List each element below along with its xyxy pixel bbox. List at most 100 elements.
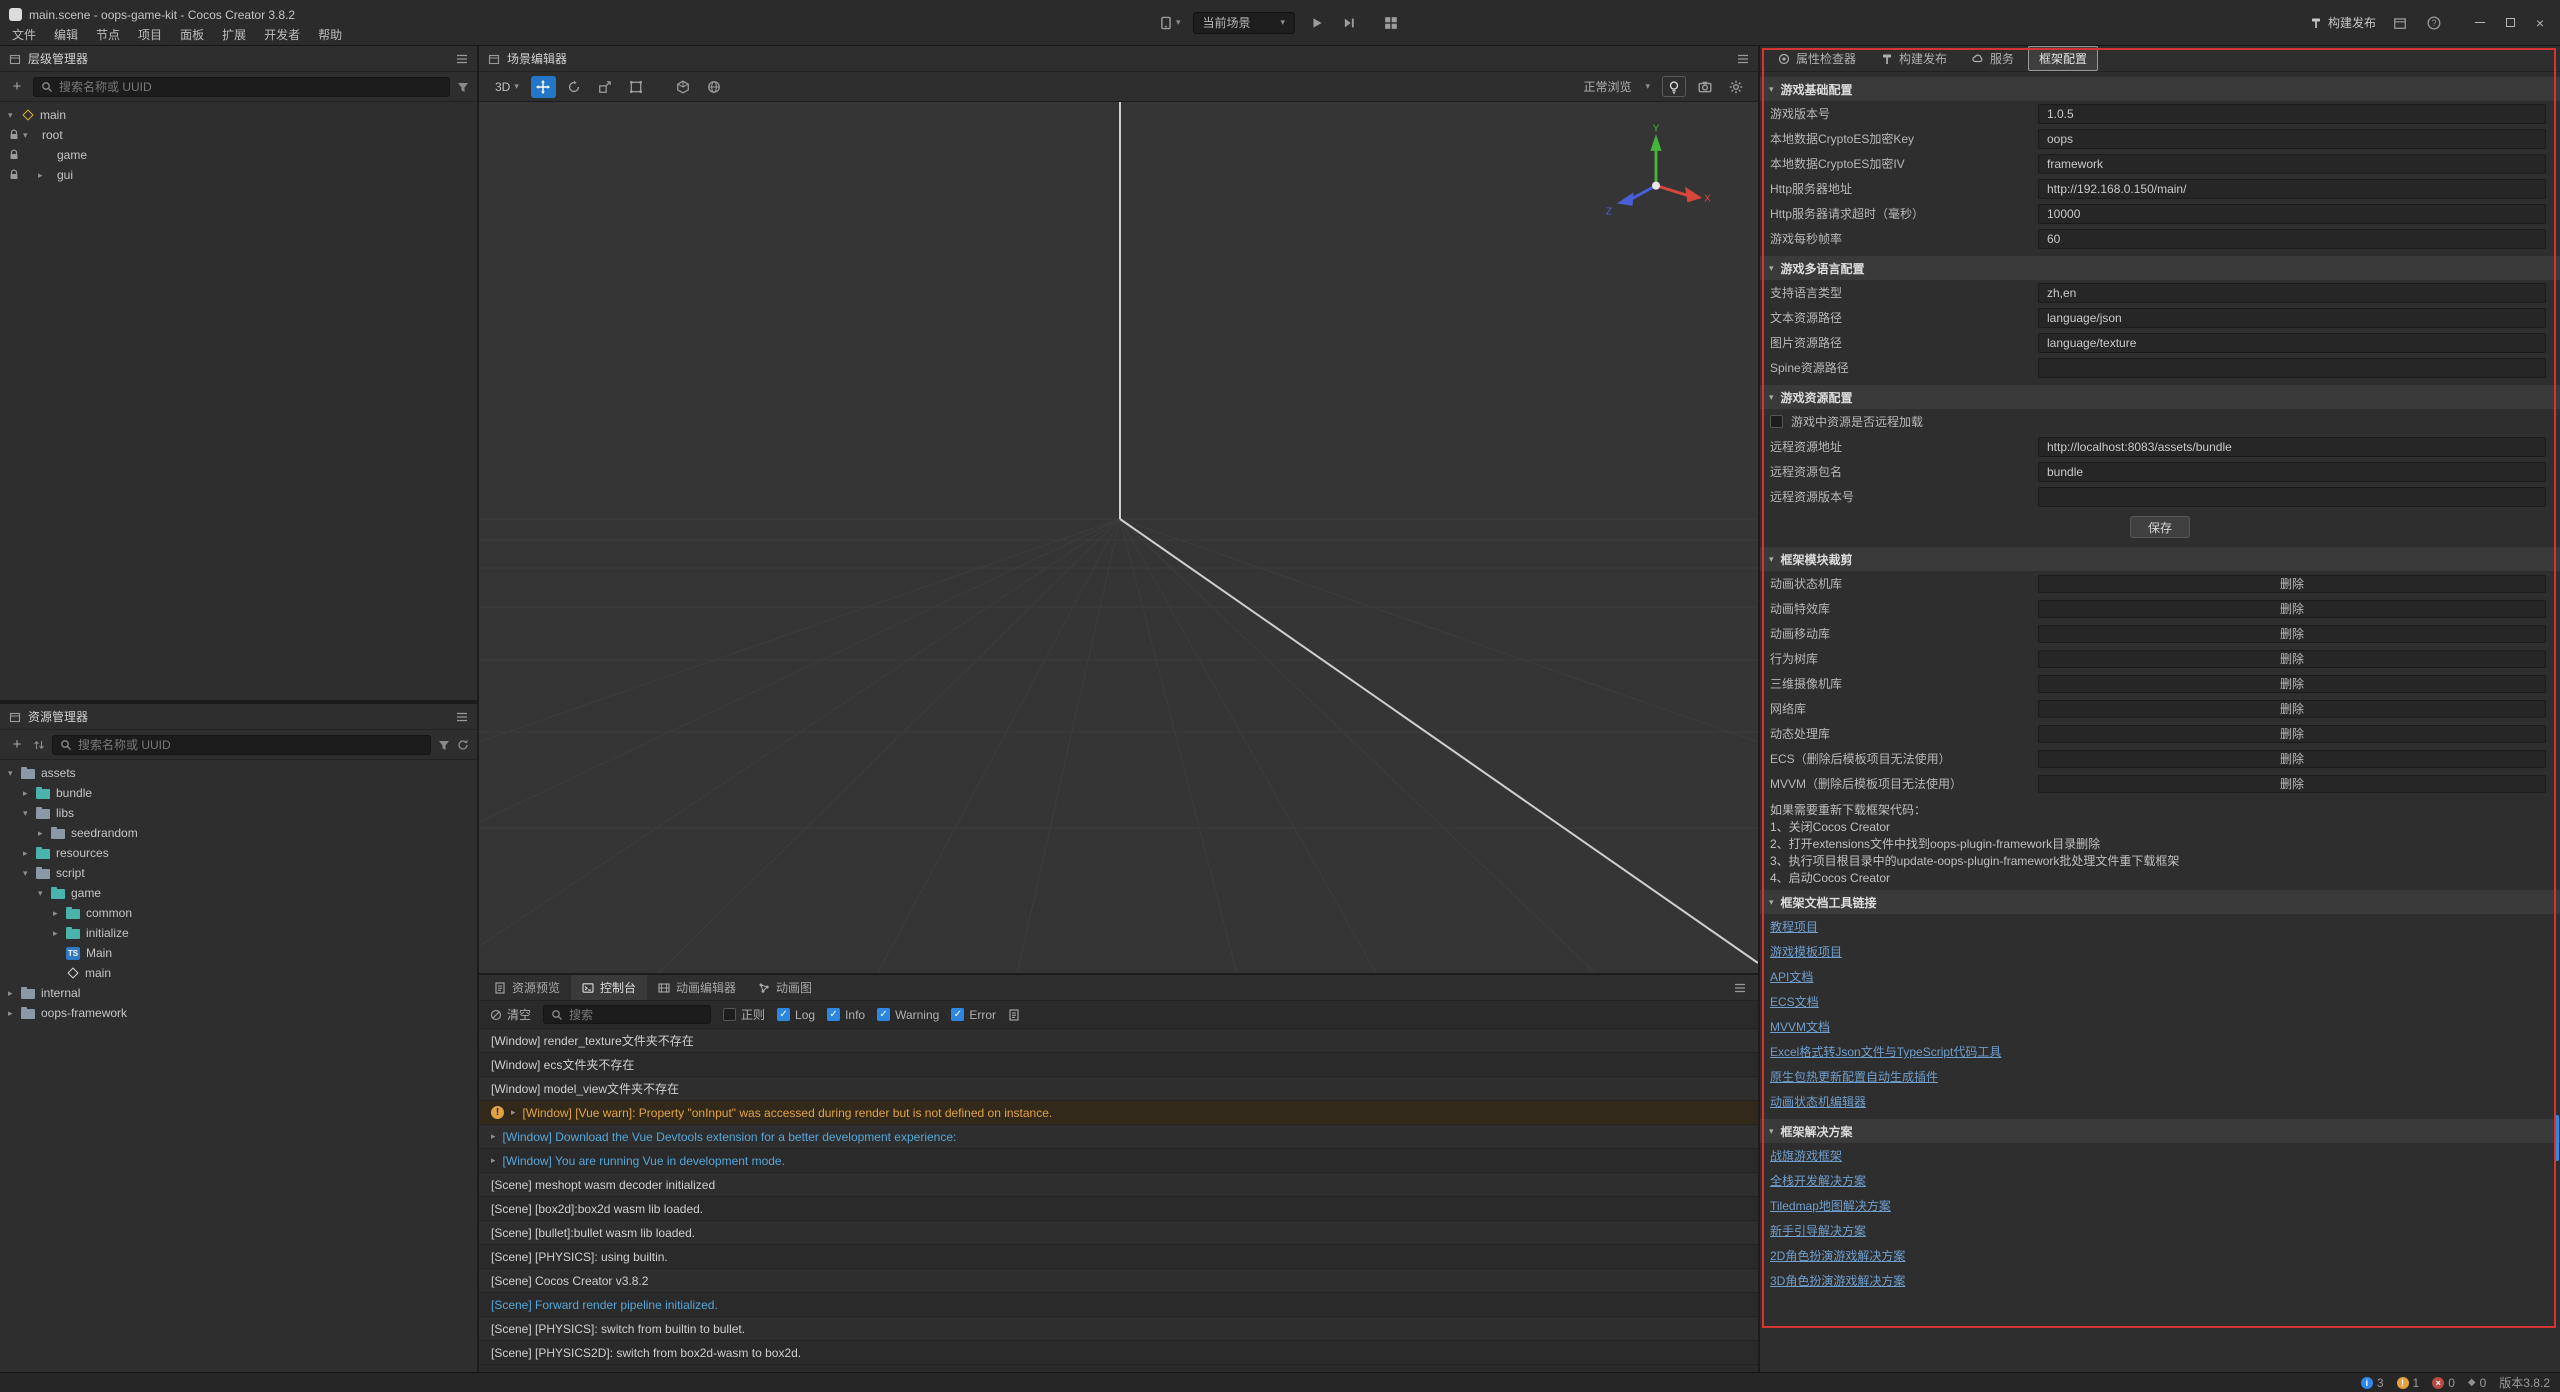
section-header[interactable]: ▾ 游戏多语言配置 (1760, 256, 2560, 280)
tree-node[interactable]: ▾ main (0, 105, 477, 125)
hierarchy-search-input[interactable]: 搜索名称或 UUID (33, 77, 450, 97)
section-header[interactable]: ▾ 框架文档工具链接 (1760, 890, 2560, 914)
doc-link[interactable]: 3D角色扮演游戏解决方案 (1770, 1272, 1905, 1289)
log-line[interactable]: ! ▸ [Scene] [bullet]:bullet wasm lib loa… (479, 1221, 1758, 1245)
log-settings-icon[interactable] (1008, 1009, 1020, 1021)
checkbox[interactable] (723, 1008, 736, 1021)
tree-node[interactable]: ▸ common (0, 903, 477, 923)
log-line[interactable]: ! ▸ [Window] You are running Vue in deve… (479, 1149, 1758, 1173)
log-filter[interactable]: ✓ Warning (877, 1008, 939, 1022)
add-asset-button[interactable]: + (8, 736, 26, 753)
checkbox[interactable]: ✓ (777, 1008, 790, 1021)
doc-link[interactable]: 新手引导解决方案 (1770, 1222, 1866, 1239)
panel-menu-icon[interactable] (1737, 53, 1749, 65)
scene-viewport[interactable]: Y X Z (479, 102, 1758, 973)
info-count-badge[interactable]: i 3 (2361, 1376, 2384, 1390)
panel-menu-icon[interactable] (1734, 982, 1746, 994)
tree-node[interactable]: ▸ resources (0, 843, 477, 863)
inspector-tab[interactable]: 构建发布 (1870, 46, 1958, 71)
console-search-input[interactable]: 搜索 (543, 1005, 711, 1024)
move-tool-button[interactable] (531, 76, 556, 98)
delete-module-button[interactable]: 删除 (2038, 575, 2546, 593)
step-button[interactable] (1339, 12, 1359, 34)
doc-link[interactable]: 全栈开发解决方案 (1770, 1172, 1866, 1189)
inspector-tab[interactable]: 属性检查器 (1767, 46, 1867, 71)
panel-menu-icon[interactable] (456, 53, 468, 65)
console-tab[interactable]: 动画图 (747, 975, 823, 1000)
preview-target-button[interactable]: ▾ (1159, 12, 1181, 34)
pivot-tool-button[interactable] (671, 76, 696, 98)
tree-node[interactable]: ▸ seedrandom (0, 823, 477, 843)
filter-icon[interactable] (457, 81, 469, 93)
expand-arrow-icon[interactable]: ▾ (23, 130, 36, 141)
field-input[interactable]: 60 (2038, 229, 2546, 249)
log-filter[interactable]: ✓ Error (951, 1008, 996, 1022)
console-tab[interactable]: 资源预览 (483, 975, 571, 1000)
menu-item[interactable]: 帮助 (309, 24, 351, 45)
field-input[interactable] (2038, 487, 2546, 507)
checkbox[interactable]: ✓ (877, 1008, 890, 1021)
log-line[interactable]: ! ▸ [Scene] [PHYSICS]: switch from built… (479, 1317, 1758, 1341)
checkbox[interactable]: ✓ (951, 1008, 964, 1021)
package-icon[interactable] (2390, 12, 2410, 34)
menu-item[interactable]: 面板 (171, 24, 213, 45)
camera-settings-button[interactable] (1692, 76, 1717, 98)
tree-node[interactable]: ▾ script (0, 863, 477, 883)
sort-icon[interactable] (33, 739, 45, 751)
view-mode-dropdown[interactable]: 正常浏览 ▾ (1577, 78, 1656, 95)
expand-arrow-icon[interactable]: ▸ (8, 1008, 21, 1019)
expand-arrow-icon[interactable]: ▾ (23, 808, 36, 819)
field-input[interactable] (2038, 358, 2546, 378)
panel-menu-icon[interactable] (456, 711, 468, 723)
menu-item[interactable]: 编辑 (45, 24, 87, 45)
regex-checkbox[interactable]: 正则 (723, 1006, 765, 1023)
coordinate-tool-button[interactable] (702, 76, 727, 98)
console-tab[interactable]: 动画编辑器 (647, 975, 747, 1000)
inspector-tab[interactable]: 框架配置 (2028, 46, 2098, 71)
warning-count-badge[interactable]: ! 1 (2397, 1376, 2420, 1390)
mode-3d-button[interactable]: 3D ▾ (489, 78, 525, 96)
doc-link[interactable]: 游戏模板项目 (1770, 943, 1842, 960)
log-line[interactable]: ! ▸ [Scene] [PHYSICS2D]: switch from box… (479, 1341, 1758, 1365)
expand-arrow-icon[interactable]: ▸ (491, 1131, 496, 1142)
field-input[interactable]: 10000 (2038, 204, 2546, 224)
tree-node[interactable]: ▾ root (0, 125, 477, 145)
tree-node[interactable]: ▾ assets (0, 763, 477, 783)
build-publish-button[interactable]: 构建发布 (2310, 14, 2376, 31)
doc-link[interactable]: API文档 (1770, 968, 1813, 985)
field-input[interactable]: language/json (2038, 308, 2546, 328)
field-input[interactable]: http://localhost:8083/assets/bundle (2038, 437, 2546, 457)
tree-node[interactable]: ▸ oops-framework (0, 1003, 477, 1023)
axis-gizmo[interactable]: Y X Z (1600, 124, 1712, 236)
doc-link[interactable]: Tiledmap地图解决方案 (1770, 1197, 1891, 1214)
error-count-badge[interactable]: × 0 (2432, 1376, 2455, 1390)
maximize-button[interactable] (2496, 11, 2524, 35)
menu-item[interactable]: 节点 (87, 24, 129, 45)
log-line[interactable]: ! ▸ [Window] ecs文件夹不存在 (479, 1053, 1758, 1077)
delete-module-button[interactable]: 删除 (2038, 700, 2546, 718)
expand-arrow-icon[interactable]: ▸ (23, 788, 36, 799)
doc-link[interactable]: 2D角色扮演游戏解决方案 (1770, 1247, 1905, 1264)
doc-link[interactable]: 原生包热更新配置自动生成插件 (1770, 1068, 1938, 1085)
delete-module-button[interactable]: 删除 (2038, 600, 2546, 618)
clear-console-button[interactable]: 清空 (490, 1006, 531, 1023)
section-header[interactable]: ▾ 框架模块裁剪 (1760, 547, 2560, 571)
tree-node[interactable]: ▸ initialize (0, 923, 477, 943)
log-filter[interactable]: ✓ Info (827, 1008, 865, 1022)
minimize-button[interactable] (2466, 11, 2494, 35)
scene-tab-label[interactable]: 场景编辑器 (507, 50, 567, 67)
close-button[interactable]: × (2526, 11, 2554, 35)
expand-arrow-icon[interactable]: ▸ (491, 1155, 496, 1166)
lighting-toggle-button[interactable] (1662, 76, 1686, 97)
inspector-tab[interactable]: 服务 (1961, 46, 2025, 71)
field-input[interactable]: bundle (2038, 462, 2546, 482)
delete-module-button[interactable]: 删除 (2038, 675, 2546, 693)
field-input[interactable]: language/texture (2038, 333, 2546, 353)
expand-arrow-icon[interactable]: ▸ (53, 928, 66, 939)
scrollbar-thumb[interactable] (2554, 1115, 2559, 1161)
tree-node[interactable]: main (0, 963, 477, 983)
tree-node[interactable]: TS Main (0, 943, 477, 963)
tree-node[interactable]: ▾ libs (0, 803, 477, 823)
expand-arrow-icon[interactable]: ▾ (8, 768, 21, 779)
section-header[interactable]: ▾ 游戏基础配置 (1760, 77, 2560, 101)
